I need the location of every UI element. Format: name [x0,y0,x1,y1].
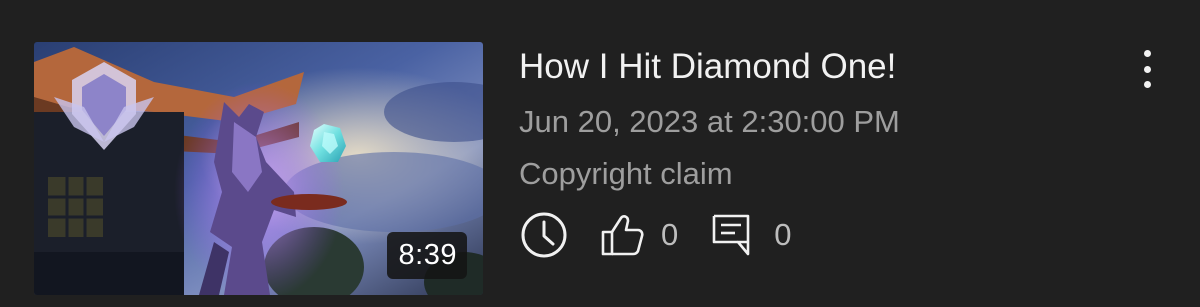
more-vert-icon [1143,50,1151,57]
comment-icon [712,214,750,256]
likes-stat: 0 [599,212,678,258]
clock-icon [521,212,567,258]
video-info: How I Hit Diamond One! Jun 20, 2023 at 2… [519,44,1119,260]
more-options-button[interactable] [1132,50,1162,88]
video-stats: 0 0 [519,210,1119,260]
comments-stat: 0 [710,212,792,258]
video-thumbnail[interactable]: 8:39 [34,42,483,295]
comments-count: 0 [774,217,792,252]
video-list-row[interactable]: 8:39 How I Hit Diamond One! Jun 20, 2023… [0,0,1200,307]
video-title[interactable]: How I Hit Diamond One! [519,44,1119,90]
duration-badge: 8:39 [386,232,467,279]
thumbs-up-icon [601,215,644,256]
visibility-status[interactable] [519,210,569,260]
more-vert-icon-dot [1143,65,1151,73]
video-date: Jun 20, 2023 at 2:30:00 PM [519,104,900,139]
video-restriction-status[interactable]: Copyright claim [519,154,1119,194]
likes-count: 0 [661,217,679,252]
more-vert-icon-dot [1143,81,1151,88]
